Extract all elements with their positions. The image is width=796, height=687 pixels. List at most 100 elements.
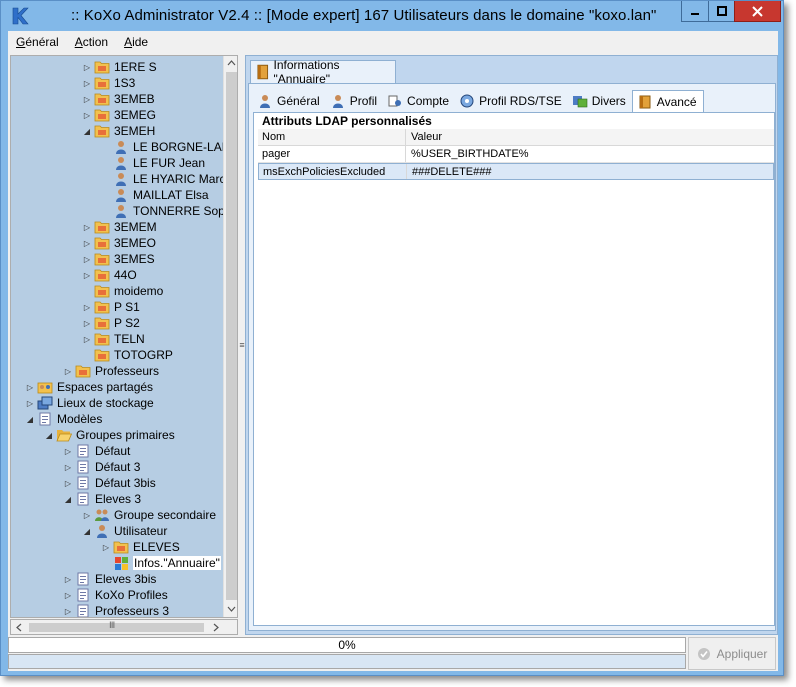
tree-item[interactable]: ▷ TELN <box>82 331 145 347</box>
expand-arrow-icon[interactable]: ▷ <box>82 63 92 72</box>
tree-item[interactable]: ▷ P S2 <box>82 315 140 331</box>
menu-aide[interactable]: Aide <box>116 35 156 49</box>
tree-vertical-scrollbar[interactable] <box>223 56 237 617</box>
tree-item[interactable]: ▷ Défaut 3bis <box>63 475 156 491</box>
tree-item[interactable]: ▷ Défaut 3 <box>63 459 140 475</box>
tree-item[interactable]: LE BORGNE-LARIVI <box>101 139 223 155</box>
expand-arrow-icon[interactable]: ▷ <box>25 383 35 392</box>
tree-item[interactable]: ▷ 44O <box>82 267 137 283</box>
menu-action[interactable]: Action <box>67 35 116 49</box>
expand-arrow-icon[interactable]: ▷ <box>82 79 92 88</box>
tree-item[interactable]: ▷ Espaces partagés <box>25 379 153 395</box>
expand-arrow-icon[interactable]: ▷ <box>82 223 92 232</box>
column-header[interactable]: Valeur <box>406 131 442 143</box>
collapse-arrow-icon[interactable]: ◢ <box>63 495 73 504</box>
collapse-arrow-icon[interactable]: ◢ <box>44 431 54 440</box>
expand-arrow-icon[interactable]: ▷ <box>25 399 35 408</box>
navigation-tree[interactable]: ▷ 1ERE S ▷ 1S3 ▷ 3EMEB ▷ 3EMEG ◢ 3EMEH LE BORGNE-L… <box>10 55 238 618</box>
tree-item[interactable]: ▷ 3EMEG <box>82 107 156 123</box>
tree-item[interactable]: ◢ Modèles <box>25 411 102 427</box>
expand-arrow-icon[interactable]: ▷ <box>63 575 73 584</box>
expand-arrow-icon[interactable]: ▷ <box>63 463 73 472</box>
title-bar[interactable]: :: KoXo Administrator V2.4 :: [Mode expe… <box>1 1 783 31</box>
tree-item[interactable]: TOTOGRP <box>82 347 173 363</box>
horizontal-scroll-thumb[interactable]: Ⅲ <box>29 620 204 632</box>
minimize-button[interactable] <box>681 1 709 22</box>
user-icon <box>113 140 129 154</box>
attribute-value[interactable]: ###DELETE### <box>407 166 492 178</box>
expand-arrow-icon[interactable]: ▷ <box>82 511 92 520</box>
expand-arrow-icon[interactable]: ▷ <box>82 319 92 328</box>
tree-item[interactable]: ◢ Groupes primaires <box>44 427 175 443</box>
table-row[interactable]: msExchPoliciesExcluded ###DELETE### <box>258 163 774 180</box>
expand-arrow-icon[interactable]: ▷ <box>63 447 73 456</box>
tree-item[interactable]: ◢ Eleves 3 <box>63 491 141 507</box>
tree-item[interactable]: ▷ 1S3 <box>82 75 135 91</box>
tree-item[interactable]: ▷ Défaut <box>63 443 130 459</box>
tree-item[interactable]: moidemo <box>82 283 163 299</box>
tree-item[interactable]: LE FUR Jean <box>101 155 205 171</box>
tree-item[interactable]: TONNERRE Sophie <box>101 203 223 219</box>
details-panel: Informations "Annuaire" Général Profil Com… <box>245 55 778 635</box>
tree-item[interactable]: LE HYARIC Marc <box>101 171 223 187</box>
expand-arrow-icon[interactable]: ▷ <box>82 335 92 344</box>
collapse-arrow-icon[interactable]: ◢ <box>82 127 92 136</box>
tree-item-label: 3EMES <box>114 252 155 266</box>
tree-item[interactable]: ▷ 3EMEO <box>82 235 156 251</box>
tree-item[interactable]: ▷ Groupe secondaire <box>82 507 216 523</box>
scroll-down-icon[interactable] <box>227 604 236 613</box>
expand-arrow-icon[interactable]: ▷ <box>101 543 111 552</box>
tab-general[interactable]: Général <box>253 90 326 112</box>
tree-item[interactable]: ▷ KoXo Profiles <box>63 587 168 603</box>
tree-item-label: TELN <box>114 332 145 346</box>
tree-item[interactable]: ▷ 3EMEB <box>82 91 155 107</box>
tree-item[interactable]: ▷ ELEVES <box>101 539 180 555</box>
tab-profil[interactable]: Profil <box>326 90 383 112</box>
tab-compte[interactable]: Compte <box>383 90 455 112</box>
table-row[interactable]: pager %USER_BIRTHDATE% <box>258 146 774 163</box>
tab-avance[interactable]: Avancé <box>631 90 704 112</box>
folder-icon <box>94 348 110 362</box>
tree-item[interactable]: ▷ Professeurs 3 <box>63 603 169 617</box>
tree-horizontal-scrollbar[interactable]: Ⅲ <box>10 619 238 635</box>
menu-general[interactable]: Général <box>8 35 67 49</box>
expand-arrow-icon[interactable]: ▷ <box>63 367 73 376</box>
collapse-arrow-icon[interactable]: ◢ <box>82 527 92 536</box>
tree-item[interactable]: ◢ 3EMEH <box>82 123 155 139</box>
scroll-left-icon[interactable] <box>15 623 24 632</box>
close-button[interactable] <box>734 1 781 22</box>
expand-arrow-icon[interactable]: ▷ <box>63 479 73 488</box>
scroll-right-icon[interactable] <box>211 623 220 632</box>
attribute-name[interactable]: msExchPoliciesExcluded <box>259 164 407 179</box>
tree-item[interactable]: ▷ Eleves 3bis <box>63 571 156 587</box>
maximize-button[interactable] <box>708 1 735 22</box>
expand-arrow-icon[interactable]: ▷ <box>82 95 92 104</box>
expand-arrow-icon[interactable]: ▷ <box>63 591 73 600</box>
expand-arrow-icon[interactable]: ▷ <box>82 239 92 248</box>
tab-divers[interactable]: Divers <box>568 90 632 112</box>
tab-informations-annuaire[interactable]: Informations "Annuaire" <box>250 58 396 86</box>
expand-arrow-icon[interactable]: ▷ <box>82 255 92 264</box>
expand-arrow-icon[interactable]: ▷ <box>82 303 92 312</box>
vertical-scroll-thumb[interactable] <box>226 72 237 600</box>
scroll-up-icon[interactable] <box>227 59 236 68</box>
column-header[interactable]: Nom <box>258 129 406 145</box>
tree-item[interactable]: ▷ Professeurs <box>63 363 159 379</box>
attribute-name[interactable]: pager <box>258 146 406 162</box>
avance-panel: Attributs LDAP personnalisés Nom Valeur pa… <box>253 112 775 626</box>
tree-item[interactable]: ▷ 1ERE S <box>82 59 157 75</box>
attribute-value[interactable]: %USER_BIRTHDATE% <box>406 148 529 160</box>
expand-arrow-icon[interactable]: ▷ <box>82 271 92 280</box>
collapse-arrow-icon[interactable]: ◢ <box>25 415 35 424</box>
tree-item[interactable]: ▷ 3EMEM <box>82 219 157 235</box>
tree-item[interactable]: MAILLAT Elsa <box>101 187 209 203</box>
tree-item[interactable]: Infos."Annuaire" <box>101 555 221 571</box>
apply-button[interactable]: Appliquer <box>688 637 776 670</box>
tree-item[interactable]: ▷ 3EMES <box>82 251 155 267</box>
tab-profil-rds-tse[interactable]: Profil RDS/TSE <box>455 90 568 112</box>
tree-item[interactable]: ▷ P S1 <box>82 299 140 315</box>
expand-arrow-icon[interactable]: ▷ <box>63 607 73 616</box>
tree-item[interactable]: ▷ Lieux de stockage <box>25 395 154 411</box>
expand-arrow-icon[interactable]: ▷ <box>82 111 92 120</box>
tree-item[interactable]: ◢ Utilisateur <box>82 523 167 539</box>
